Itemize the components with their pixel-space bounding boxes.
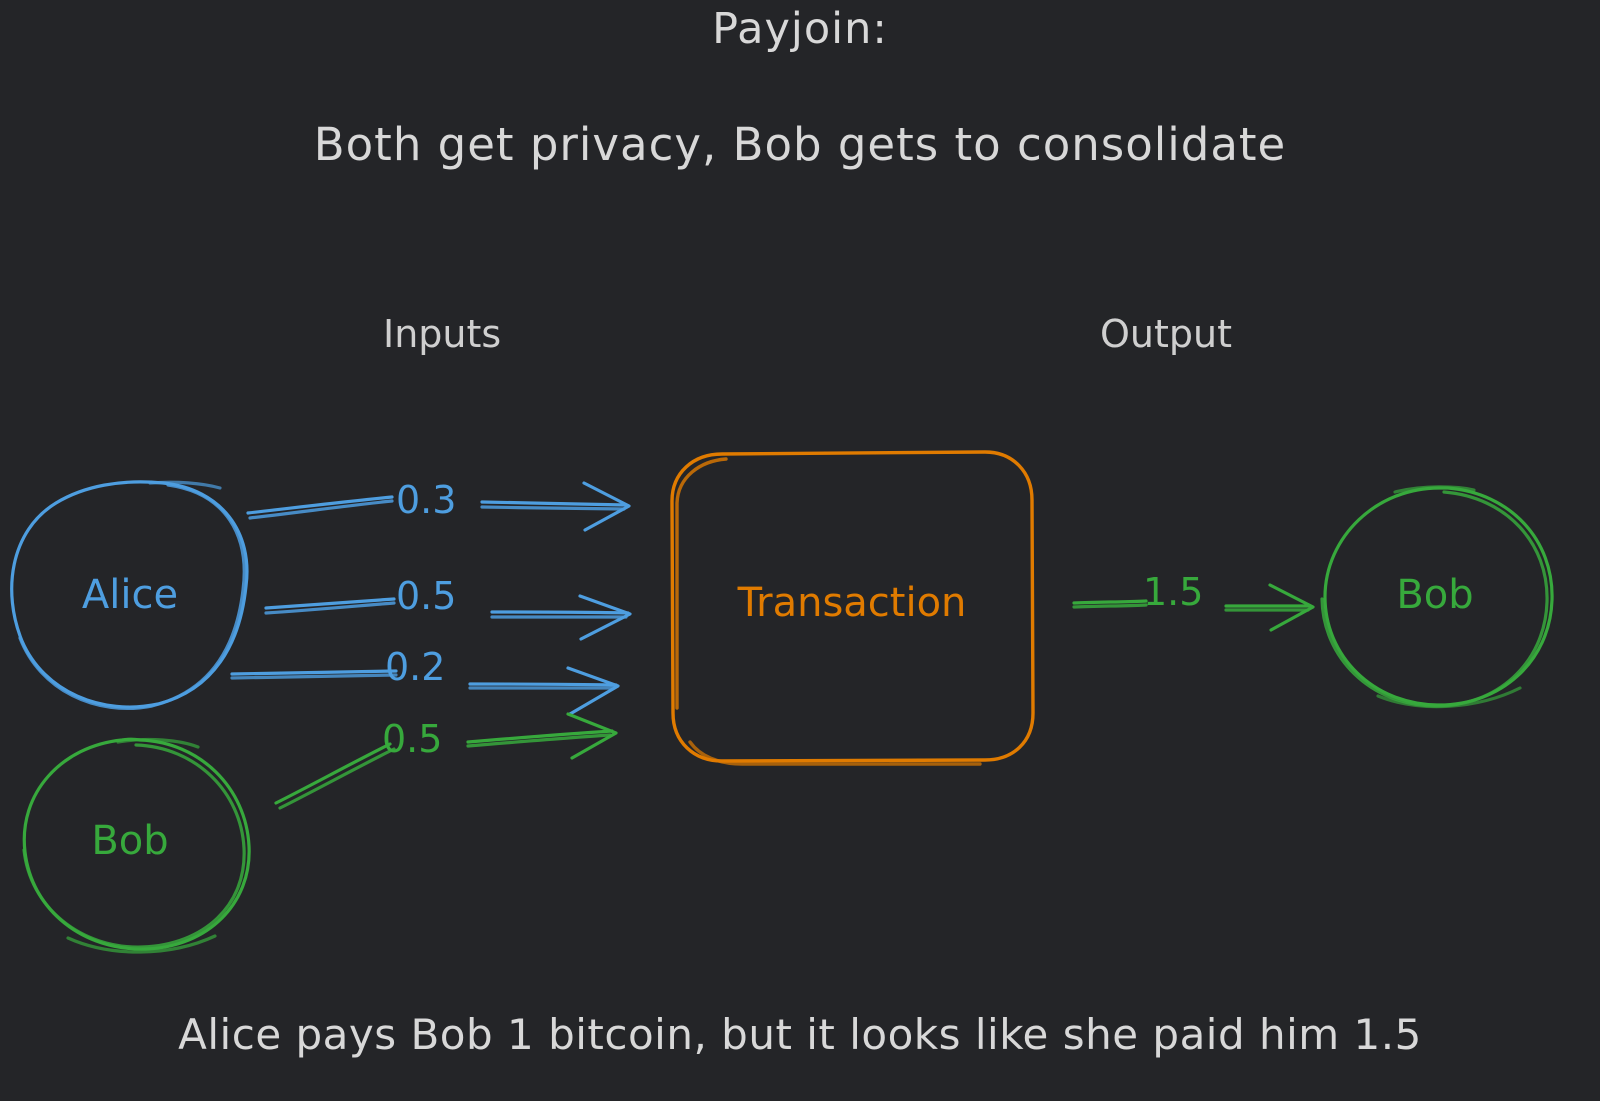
edge-label-output-1: 1.5 [1143,570,1204,614]
page-title: Payjoin: [712,4,888,54]
edge-label-alice-2: 0.5 [396,574,457,618]
footer-caption: Alice pays Bob 1 bitcoin, but it looks l… [178,1010,1422,1059]
page-subtitle: Both get privacy, Bob gets to consolidat… [313,118,1287,171]
alice-node-label: Alice [81,572,179,618]
inputs-section-label: Inputs [383,312,502,356]
bob-input-node-label: Bob [91,818,169,864]
edge-label-alice-3: 0.2 [385,645,446,689]
edge-bob-0.5 [274,712,618,810]
edge-label-bob-1: 0.5 [382,717,443,761]
transaction-node-label: Transaction [737,580,967,626]
output-section-label: Output [1100,312,1232,356]
bob-output-node-label: Bob [1396,572,1474,618]
edge-label-alice-1: 0.3 [396,478,457,522]
diagram-canvas: Payjoin: Both get privacy, Bob gets to c… [0,0,1600,1101]
